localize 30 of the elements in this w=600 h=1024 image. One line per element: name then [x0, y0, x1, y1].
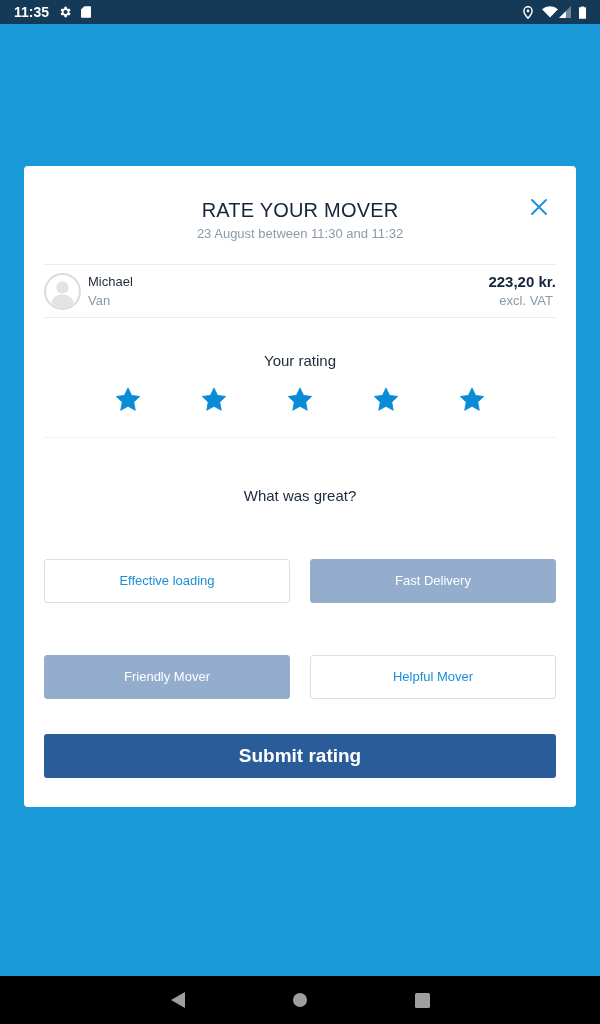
- star-icon[interactable]: [115, 387, 141, 412]
- tag-toggle[interactable]: Helpful Mover: [310, 655, 556, 699]
- sd-card-icon: [81, 6, 92, 18]
- close-button[interactable]: [530, 198, 548, 216]
- home-icon[interactable]: [292, 993, 307, 1007]
- vehicle-type: Van: [88, 291, 112, 310]
- rating-label: Your rating: [264, 352, 336, 370]
- location-pin-icon: [523, 5, 533, 19]
- price: 223,20 kr.: [488, 272, 556, 291]
- signal-icon: [559, 6, 571, 18]
- star-icon[interactable]: [201, 387, 227, 412]
- avatar-icon: [44, 272, 81, 310]
- back-icon[interactable]: [170, 992, 185, 1008]
- tag-toggle[interactable]: Friendly Mover: [44, 655, 290, 699]
- status-time: 11:35: [14, 5, 50, 19]
- question-label: What was great?: [243, 487, 357, 505]
- star-icon[interactable]: [373, 387, 399, 412]
- dialog-subtitle: 23 August between 11:30 and 11:32: [196, 226, 404, 242]
- star-icon[interactable]: [459, 387, 485, 412]
- star-icon[interactable]: [287, 387, 313, 412]
- battery-icon: [579, 5, 586, 19]
- submit-button[interactable]: Submit rating: [44, 734, 556, 778]
- close-icon: [531, 199, 547, 215]
- tag-toggle[interactable]: Effective loading: [44, 559, 290, 603]
- dialog-title: RATE YOUR MOVER: [201, 198, 399, 223]
- price-note: excl. VAT: [499, 292, 553, 310]
- recents-icon[interactable]: [414, 992, 430, 1008]
- tag-toggle[interactable]: Fast Delivery: [310, 559, 556, 603]
- gear-icon: [58, 5, 73, 19]
- mover-name: Michael: [88, 272, 133, 291]
